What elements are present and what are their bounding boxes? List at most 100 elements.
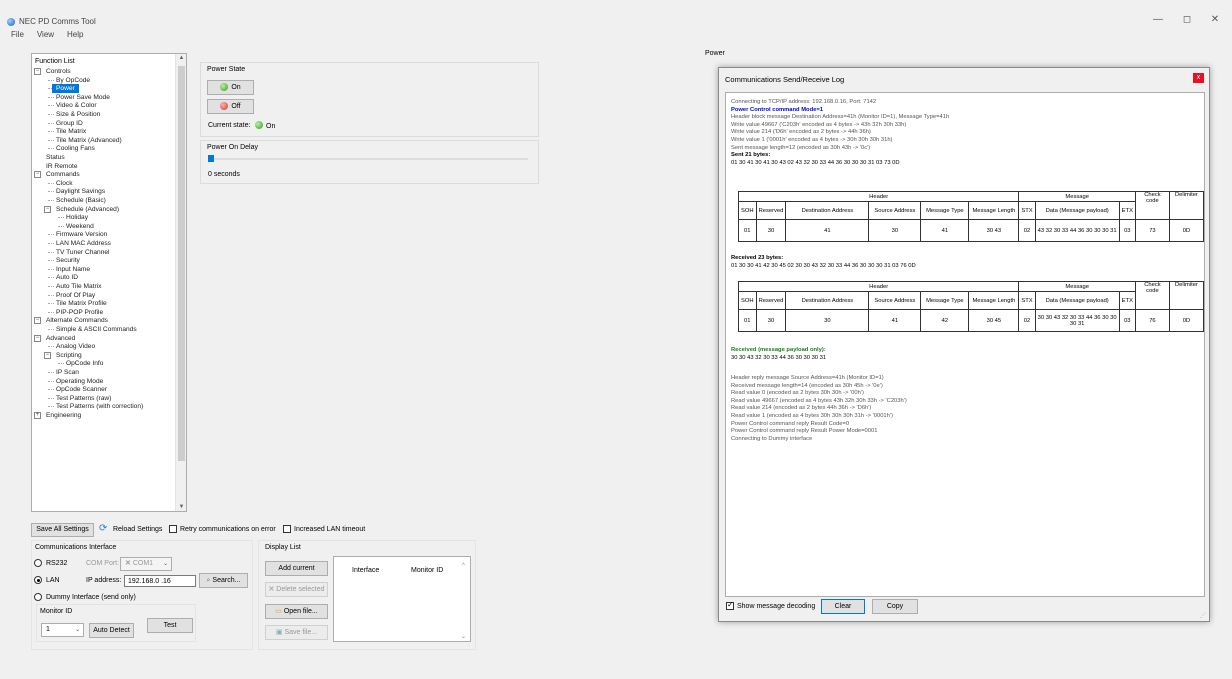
- frame-cell: 41: [920, 219, 970, 242]
- tree-expander-icon[interactable]: −: [44, 351, 51, 359]
- list-scroll-down-icon[interactable]: ⌄: [461, 633, 466, 640]
- header-group-label: Header: [737, 281, 1020, 292]
- window-title: NEC PD Comms Tool: [19, 17, 96, 26]
- com-port-select[interactable]: ✕ COM1 ⌄: [120, 557, 172, 571]
- scroll-down-icon[interactable]: ▼: [176, 504, 186, 510]
- open-file-button[interactable]: ▭ Open file...: [265, 604, 328, 619]
- log-text-area[interactable]: Connecting to TCP/IP address: 192.168.0.…: [725, 92, 1205, 597]
- power-on-button[interactable]: On: [207, 80, 254, 95]
- list-scroll-up-icon[interactable]: ^: [462, 563, 465, 569]
- minimize-button[interactable]: —: [1149, 14, 1167, 25]
- lan-label: LAN: [46, 577, 60, 584]
- tree-expander-icon[interactable]: −: [34, 334, 41, 342]
- show-decoding-checkbox[interactable]: ✓: [726, 600, 734, 610]
- close-window-button[interactable]: ✕: [1206, 14, 1224, 25]
- tree-connector: [48, 79, 54, 81]
- app-icon: [7, 18, 15, 26]
- frame-cell: 0D: [1168, 219, 1204, 242]
- open-file-label: Open file...: [283, 608, 318, 615]
- frame-cell: 30: [755, 219, 787, 242]
- delay-slider-track[interactable]: [208, 158, 528, 160]
- tree-connector: [48, 96, 54, 98]
- search-button[interactable]: ⌕ Search...: [199, 573, 248, 588]
- chevron-down-icon: ⌄: [162, 561, 168, 567]
- tree-connector: [48, 311, 54, 313]
- tree-expander-icon[interactable]: +: [34, 412, 41, 419]
- monitor-id-select[interactable]: 1 ⌄: [41, 623, 84, 637]
- frame-cell: 02: [1018, 309, 1036, 332]
- display-list-table[interactable]: Interface Monitor ID ^ ⌄: [333, 556, 471, 642]
- log-line: 01 30 41 30 41 30 43 02 43 32 30 33 44 3…: [731, 159, 900, 166]
- menu-help[interactable]: Help: [67, 30, 83, 39]
- ip-address-input[interactable]: 192.168.0 .16: [124, 575, 196, 587]
- reload-settings-button[interactable]: Reload Settings: [113, 526, 162, 533]
- tree-scrollbar[interactable]: ▲ ▼: [175, 54, 186, 511]
- chevron-down-icon: ⌄: [74, 627, 80, 633]
- test-button[interactable]: Test: [147, 618, 193, 633]
- tree-connector: [48, 182, 54, 184]
- tree-connector: [48, 148, 54, 150]
- log-line: Read value 49667 (encoded as 4 bytes 43h…: [731, 397, 907, 404]
- frame-cell: 42: [920, 309, 970, 332]
- tree-connector: [48, 286, 54, 287]
- scroll-up-icon[interactable]: ▲: [176, 55, 186, 61]
- tree-item[interactable]: Engineering: [46, 411, 81, 420]
- log-line: Power Control command reply Result Power…: [731, 428, 878, 435]
- tree-connector: [48, 380, 54, 382]
- maximize-button[interactable]: ◻: [1178, 14, 1196, 25]
- check-code-header: Check code: [1134, 281, 1170, 310]
- menu-view[interactable]: View: [37, 30, 54, 39]
- col-soh: SOH: [738, 291, 757, 310]
- col-reserved: Reserved: [755, 291, 787, 310]
- col-destination: Destination Address: [785, 201, 870, 220]
- clear-button[interactable]: Clear: [821, 599, 865, 614]
- power-off-button[interactable]: Off: [207, 99, 254, 114]
- disabled-x-icon: ✕: [125, 560, 133, 567]
- auto-detect-button[interactable]: Auto Detect: [89, 623, 134, 638]
- frame-cell: 0D: [1168, 309, 1204, 332]
- frame-cell: 30: [755, 309, 787, 332]
- lan-timeout-checkbox[interactable]: [283, 525, 291, 533]
- delete-selected-button[interactable]: ✕ Delete selected: [265, 582, 328, 597]
- retry-checkbox[interactable]: [169, 525, 177, 533]
- resize-grip-icon[interactable]: ⋰: [1200, 612, 1206, 619]
- frame-cell: 30: [785, 309, 870, 332]
- tree-connector: [48, 397, 54, 399]
- add-current-button[interactable]: Add current: [265, 561, 328, 576]
- tree-connector: [48, 200, 54, 201]
- message-group-label: Message: [1018, 191, 1136, 202]
- tree-expander-icon[interactable]: −: [34, 171, 41, 179]
- col-message-length: Message Length: [968, 201, 1020, 220]
- received-frame-row: 01 30 30 41 42 30 45 02 30 30 43 32 30 33 44 36…: [738, 309, 1204, 332]
- log-line: Connecting to TCP/IP address: 192.168.0.…: [731, 99, 877, 105]
- menu-file[interactable]: File: [11, 30, 24, 39]
- tree-expander-icon[interactable]: −: [34, 317, 41, 325]
- tree-connector: [48, 260, 54, 262]
- dummy-radio[interactable]: [34, 593, 42, 601]
- power-on-icon: [220, 83, 229, 92]
- tree-expander-icon[interactable]: −: [44, 205, 51, 213]
- tree-connector: [48, 139, 54, 141]
- copy-button[interactable]: Copy: [872, 599, 918, 614]
- col-message-type: Message Type: [920, 201, 970, 220]
- tree-connector: [48, 131, 54, 133]
- tree-connector: [48, 372, 54, 373]
- current-state-icon: [255, 121, 263, 129]
- tree-connector: [48, 105, 54, 107]
- frame-cell: 01: [738, 219, 757, 242]
- log-close-icon[interactable]: x: [1193, 73, 1204, 83]
- delay-slider-thumb[interactable]: [208, 155, 214, 162]
- tree-expander-icon[interactable]: −: [34, 68, 41, 75]
- col-data: Data (Message payload): [1034, 291, 1120, 310]
- com-port-label: COM Port:: [86, 560, 120, 567]
- function-list-tree[interactable]: Function List − Controls By OpCode Power Pow…: [31, 53, 187, 512]
- rs232-radio[interactable]: [34, 559, 42, 567]
- tree-scroll-thumb[interactable]: [178, 66, 185, 461]
- received-bytes: 01 30 30 41 42 30 45 02 30 30 43 32 30 3…: [731, 263, 916, 269]
- lan-radio[interactable]: [34, 576, 42, 584]
- show-decoding-label: Show message decoding: [737, 603, 816, 610]
- frame-cell: 30 43: [968, 219, 1020, 242]
- save-all-settings-button[interactable]: Save All Settings: [31, 523, 94, 537]
- delimiter-header: Delimiter: [1168, 191, 1204, 220]
- save-file-button[interactable]: ▣ Save file...: [265, 625, 328, 640]
